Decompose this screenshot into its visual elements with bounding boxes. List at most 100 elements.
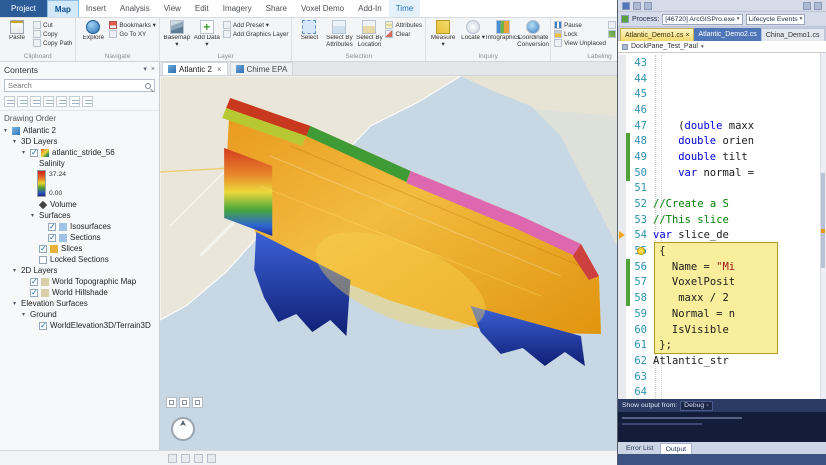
ribbon-tab-project[interactable]: Project bbox=[0, 0, 47, 17]
list-by-snapping-icon[interactable] bbox=[56, 96, 67, 107]
ribbon-tab-insert[interactable]: Insert bbox=[79, 0, 113, 17]
ribbon-tab-share[interactable]: Share bbox=[259, 0, 294, 17]
pause-button[interactable]: Pause bbox=[554, 21, 606, 29]
search-input[interactable] bbox=[8, 81, 142, 90]
ribbon-tab-imagery[interactable]: Imagery bbox=[216, 0, 259, 17]
breakpoint-margin[interactable] bbox=[618, 117, 626, 134]
select-by-attributes-button[interactable]: Select By Attributes bbox=[325, 19, 353, 52]
breakpoint-margin[interactable] bbox=[618, 306, 626, 322]
breakpoint-margin[interactable] bbox=[618, 384, 626, 399]
code-line-52[interactable]: 52 //Create a S bbox=[618, 196, 826, 212]
breadcrumb[interactable]: DockPane_Test_Paul bbox=[631, 43, 698, 50]
copy-path-button[interactable]: Copy Path bbox=[33, 39, 72, 47]
go-to-xy-button[interactable]: Go To XY bbox=[109, 30, 155, 38]
list-by-editing-icon[interactable] bbox=[43, 96, 54, 107]
layer-2d-layers[interactable]: ▾ 2D Layers bbox=[0, 265, 159, 276]
code-line-61[interactable]: 61}; bbox=[618, 337, 826, 354]
breakpoint-margin[interactable] bbox=[618, 321, 626, 338]
code-line-55[interactable]: 55{ bbox=[618, 243, 826, 259]
code-line-64[interactable]: 64 bbox=[618, 384, 826, 399]
status-icon-2[interactable] bbox=[181, 453, 190, 463]
locate-button[interactable]: Locate ▾ bbox=[459, 19, 487, 52]
vs-toolbar-icon-3[interactable] bbox=[644, 1, 652, 10]
breakpoint-margin[interactable] bbox=[618, 353, 626, 369]
layer-worldelevation3d-terrain3d[interactable]: WorldElevation3D/Terrain3D bbox=[0, 320, 159, 331]
list-by-source-icon[interactable] bbox=[17, 96, 28, 107]
layer-locked-sections[interactable]: Locked Sections bbox=[0, 254, 159, 265]
status-icon-3[interactable] bbox=[194, 453, 203, 463]
code-editor[interactable]: 43 44 45 46 47 (double maxx 48 double orien 49 do… bbox=[618, 53, 826, 399]
select-button[interactable]: Select bbox=[295, 19, 323, 52]
panel-tab-error-list[interactable]: Error List bbox=[621, 443, 659, 454]
attributes-button[interactable]: Attributes bbox=[385, 21, 422, 29]
ribbon-tab-add-in[interactable]: Add-In bbox=[351, 0, 389, 17]
close-icon[interactable]: × bbox=[151, 65, 155, 75]
visibility-checkbox[interactable] bbox=[30, 277, 38, 286]
close-icon[interactable]: × bbox=[685, 32, 689, 39]
list-by-labeling-icon[interactable] bbox=[69, 96, 80, 107]
visibility-checkbox[interactable] bbox=[48, 233, 56, 242]
layer-isosurfaces[interactable]: Isosurfaces bbox=[0, 221, 159, 232]
pane-options-icon[interactable]: ▾ bbox=[143, 65, 147, 75]
visibility-checkbox[interactable] bbox=[39, 255, 47, 264]
code-line-47[interactable]: 47 (double maxx bbox=[618, 117, 826, 134]
more-button[interactable]: More ▾ bbox=[607, 21, 617, 29]
vs-toolbar-icon-5[interactable] bbox=[814, 1, 822, 10]
breakpoint-margin[interactable] bbox=[618, 274, 626, 291]
breakpoint-margin[interactable] bbox=[618, 86, 626, 103]
code-line-53[interactable]: 53 //This slice bbox=[618, 211, 826, 228]
layer-3d-layers[interactable]: ▾ 3D Layers bbox=[0, 136, 159, 147]
list-by-selection-icon[interactable] bbox=[30, 96, 41, 107]
breakpoint-margin[interactable] bbox=[618, 55, 626, 71]
layer-world-hillshade[interactable]: World Hillshade bbox=[0, 287, 159, 298]
ribbon-tab-view[interactable]: View bbox=[157, 0, 188, 17]
layer-world-topographic-map[interactable]: World Topographic Map bbox=[0, 276, 159, 287]
code-line-50[interactable]: 50 var normal = bbox=[618, 164, 826, 181]
breakpoint-margin[interactable] bbox=[618, 368, 626, 385]
list-by-charts-icon[interactable] bbox=[82, 96, 93, 107]
ribbon-tab-edit[interactable]: Edit bbox=[188, 0, 216, 17]
code-line-59[interactable]: 59 Normal = n bbox=[618, 306, 826, 322]
add-graphics-layer-button[interactable]: Add Graphics Layer bbox=[222, 30, 288, 38]
document-tab-atlantic-demo2-cs[interactable]: Atlantic_Demo2.cs bbox=[694, 28, 761, 41]
code-line-51[interactable]: 51 bbox=[618, 180, 826, 197]
editor-scrollbar[interactable] bbox=[820, 53, 826, 399]
lifecycle-events-dropdown[interactable]: Lifecycle Events ▾ bbox=[745, 13, 806, 25]
copy-button[interactable]: Copy bbox=[33, 30, 72, 38]
basemap-button[interactable]: Basemap ▾ bbox=[163, 19, 191, 52]
clear-button[interactable]: Clear bbox=[385, 30, 422, 38]
code-line-45[interactable]: 45 bbox=[618, 86, 826, 103]
add-data-button[interactable]: Add Data ▾ bbox=[193, 19, 221, 52]
ribbon-tab-voxel-demo[interactable]: Voxel Demo bbox=[294, 0, 351, 17]
code-line-58[interactable]: 58 maxx / 2 bbox=[618, 290, 826, 306]
breakpoint-margin[interactable] bbox=[618, 70, 626, 87]
breakpoint-margin[interactable] bbox=[618, 337, 626, 354]
measure-button[interactable]: Measure ▾ bbox=[429, 19, 457, 52]
breakpoint-margin[interactable] bbox=[618, 227, 626, 244]
breakpoint-margin[interactable] bbox=[618, 180, 626, 197]
breakpoint-margin[interactable] bbox=[618, 258, 626, 275]
ribbon-tab-map[interactable]: Map bbox=[46, 0, 79, 17]
visibility-checkbox[interactable] bbox=[30, 148, 38, 157]
code-line-48[interactable]: 48 double orien bbox=[618, 133, 826, 150]
document-tab-atlantic-demo1-cs[interactable]: Atlantic_Demo1.cs × bbox=[620, 28, 695, 41]
breakpoint-margin[interactable] bbox=[618, 196, 626, 212]
rotation-compass[interactable] bbox=[170, 416, 196, 442]
code-line-63[interactable]: 63 bbox=[618, 368, 826, 385]
view-unplaced-button[interactable]: View Unplaced bbox=[554, 39, 606, 47]
explore-button[interactable]: Explore bbox=[79, 19, 107, 52]
output-pane-content[interactable] bbox=[618, 412, 826, 442]
map-control-button-2[interactable] bbox=[179, 397, 190, 408]
convert-button[interactable]: Convert ▾ bbox=[607, 30, 617, 38]
panel-tab-output[interactable]: Output bbox=[659, 443, 692, 454]
quick-actions-lightbulb-icon[interactable] bbox=[637, 247, 645, 255]
bookmarks-button[interactable]: Bookmarks ▾ bbox=[109, 21, 156, 29]
layer-slices[interactable]: Slices bbox=[0, 243, 159, 254]
ribbon-tab-analysis[interactable]: Analysis bbox=[113, 0, 157, 17]
breakpoint-margin[interactable] bbox=[618, 211, 626, 228]
select-by-location-button[interactable]: Select By Location bbox=[355, 19, 383, 52]
layer-surfaces[interactable]: ▾ Surfaces bbox=[0, 210, 159, 221]
view-tab-chime-epa[interactable]: Chime EPA bbox=[229, 62, 294, 75]
layer-atlantic-2[interactable]: ▾ Atlantic 2 bbox=[0, 125, 159, 136]
lock-button[interactable]: Lock bbox=[554, 30, 606, 38]
